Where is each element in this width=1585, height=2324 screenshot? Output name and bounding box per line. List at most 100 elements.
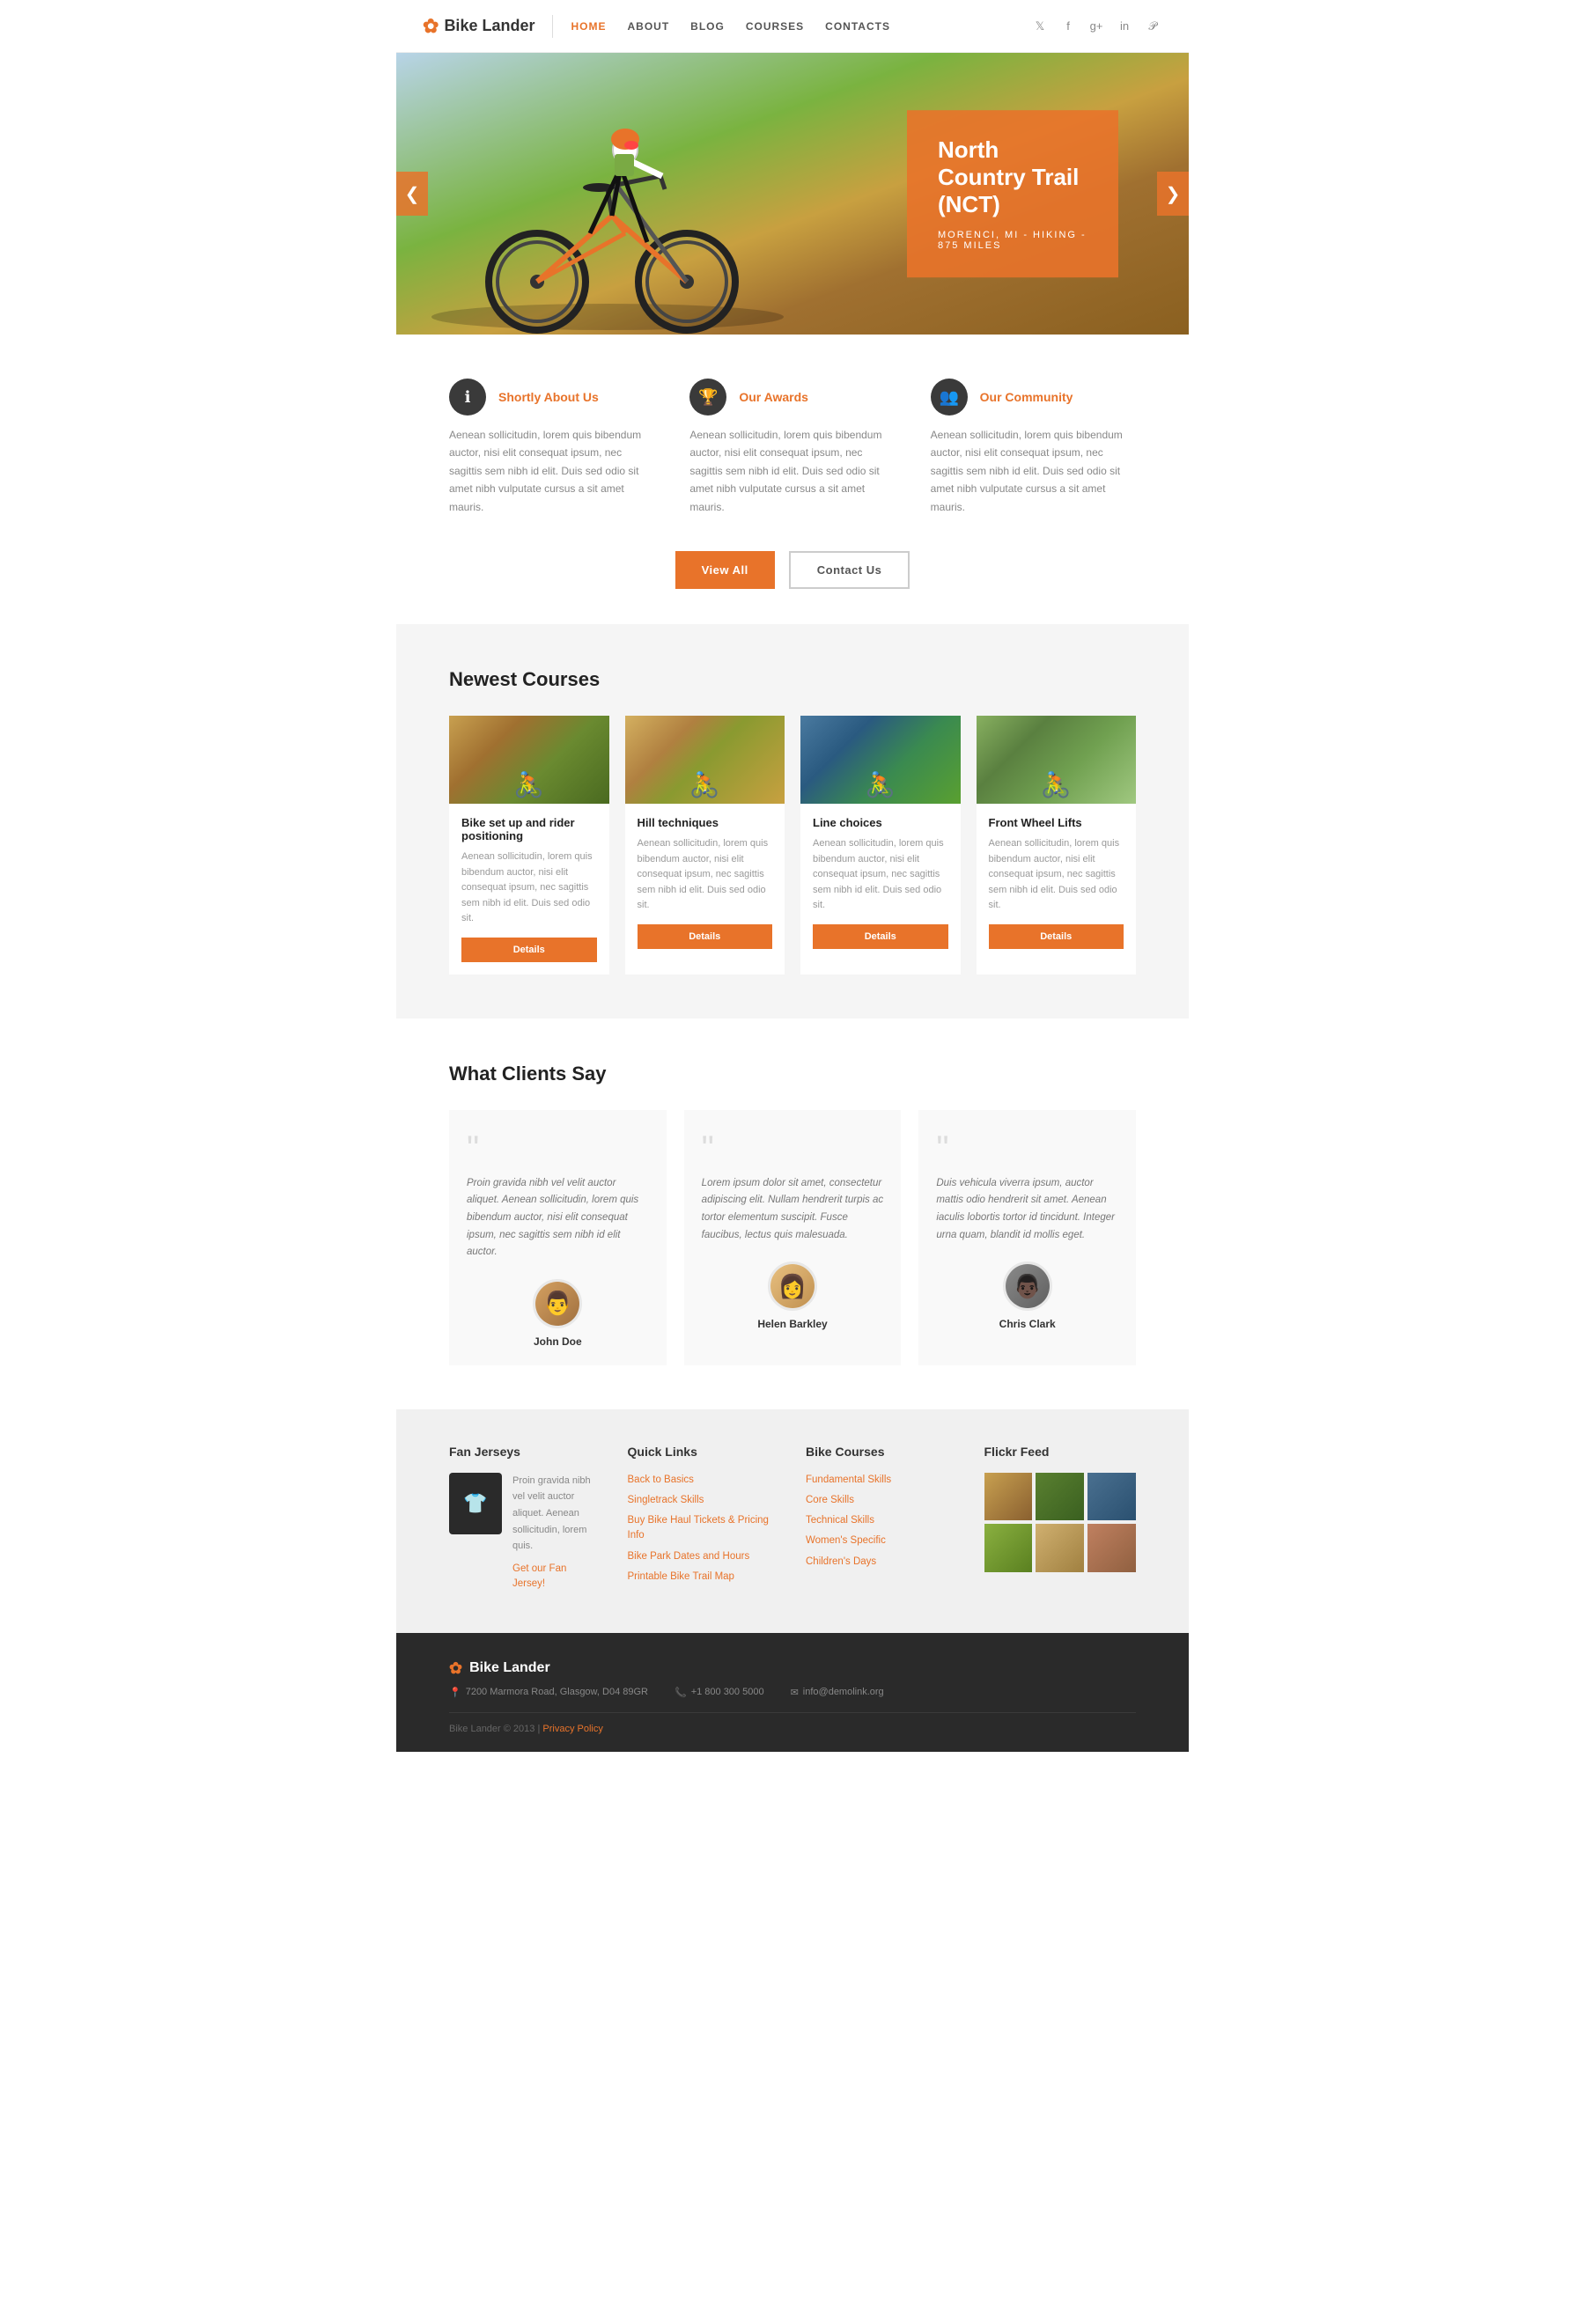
about-col-3-text: Aenean sollicitudin, lorem quis bibendum… (931, 426, 1136, 516)
about-section: ℹ Shortly About Us Aenean sollicitudin, … (396, 335, 1189, 624)
about-columns: ℹ Shortly About Us Aenean sollicitudin, … (449, 379, 1136, 516)
course-details-btn-1[interactable]: Details (461, 938, 597, 962)
bike-course-5[interactable]: Children's Days (806, 1555, 958, 1570)
nav-contacts[interactable]: CONTACTS (825, 20, 890, 33)
footer-copyright: Bike Lander © 2013 | Privacy Policy (449, 1712, 1136, 1734)
testimonial-author-2: 👩 Helen Barkley (702, 1261, 884, 1330)
course-img-3 (800, 716, 961, 804)
quick-link-5[interactable]: Printable Bike Trail Map (628, 1570, 780, 1585)
flickr-item-5[interactable] (1036, 1524, 1084, 1572)
logo-icon: ✿ (423, 15, 439, 38)
course-details-btn-4[interactable]: Details (989, 924, 1124, 949)
google-plus-icon[interactable]: g+ (1087, 17, 1106, 36)
quote-mark-1: " (467, 1131, 649, 1166)
about-awards-icon: 🏆 (689, 379, 726, 416)
footer-logo: ✿ Bike Lander (449, 1659, 1136, 1678)
footer-top: Fan Jerseys 👕 Proin gravida nibh vel vel… (396, 1409, 1189, 1633)
course-content-3: Line choices Aenean sollicitudin, lorem … (800, 804, 961, 961)
flickr-item-4[interactable] (984, 1524, 1033, 1572)
flickr-item-2[interactable] (1036, 1473, 1084, 1521)
nav-courses[interactable]: COURSES (746, 20, 804, 33)
avatar-chris: 👨🏿 (1003, 1261, 1052, 1311)
course-card-3: Line choices Aenean sollicitudin, lorem … (800, 716, 961, 974)
course-title-1: Bike set up and rider positioning (461, 816, 597, 842)
privacy-policy-link[interactable]: Privacy Policy (542, 1724, 602, 1734)
avatar-john: 👨 (533, 1279, 582, 1328)
header: ✿ Bike Lander HOME ABOUT BLOG COURSES CO… (396, 0, 1189, 53)
course-content-1: Bike set up and rider positioning Aenean… (449, 804, 609, 974)
testimonial-1: " Proin gravida nibh vel velit auctor al… (449, 1110, 667, 1365)
logo[interactable]: ✿ Bike Lander (423, 15, 553, 38)
course-img-1 (449, 716, 609, 804)
pinterest-icon[interactable]: 𝒫 (1143, 17, 1162, 36)
course-details-btn-2[interactable]: Details (638, 924, 773, 949)
about-col-2-text: Aenean sollicitudin, lorem quis bibendum… (689, 426, 895, 516)
testimonial-2: " Lorem ipsum dolor sit amet, consectetu… (684, 1110, 902, 1365)
footer-logo-icon: ✿ (449, 1659, 462, 1678)
quick-link-4[interactable]: Bike Park Dates and Hours (628, 1549, 780, 1564)
hero-slide-box: North Country Trail (NCT) MORENCI, MI - … (907, 110, 1118, 277)
quick-link-3[interactable]: Buy Bike Haul Tickets & Pricing Info (628, 1513, 780, 1544)
hero-prev-button[interactable]: ❮ (396, 172, 428, 216)
nav-about[interactable]: ABOUT (627, 20, 669, 33)
social-icons: 𝕏 f g+ in 𝒫 (1030, 17, 1162, 36)
course-details-btn-3[interactable]: Details (813, 924, 948, 949)
facebook-icon[interactable]: f (1058, 17, 1078, 36)
course-card-4: Front Wheel Lifts Aenean sollicitudin, l… (977, 716, 1137, 974)
jersey-link[interactable]: Get our Fan Jersey! (512, 1562, 601, 1592)
fan-jersey-content: 👕 Proin gravida nibh vel velit auctor al… (449, 1473, 601, 1598)
course-text-3: Aenean sollicitudin, lorem quis bibendum… (813, 836, 948, 914)
about-col-1-title: Shortly About Us (498, 390, 599, 404)
footer-fan-jerseys: Fan Jerseys 👕 Proin gravida nibh vel vel… (449, 1445, 601, 1598)
about-col-3-header: 👥 Our Community (931, 379, 1136, 416)
chris-avatar-img: 👨🏿 (1006, 1264, 1050, 1308)
course-content-4: Front Wheel Lifts Aenean sollicitudin, l… (977, 804, 1137, 961)
courses-section: Newest Courses Bike set up and rider pos… (396, 624, 1189, 1019)
nav-blog[interactable]: BLOG (690, 20, 725, 33)
avatar-helen: 👩 (768, 1261, 817, 1311)
flickr-grid (984, 1473, 1137, 1573)
twitter-icon[interactable]: 𝕏 (1030, 17, 1050, 36)
footer-email: ✉ info@demolink.org (791, 1687, 884, 1698)
about-col-2: 🏆 Our Awards Aenean sollicitudin, lorem … (689, 379, 895, 516)
about-col-3-title: Our Community (980, 390, 1073, 404)
footer-contact-info: 📍 7200 Marmora Road, Glasgow, D04 89GR 📞… (449, 1687, 1136, 1698)
about-col-2-title: Our Awards (739, 390, 808, 404)
bike-course-1[interactable]: Fundamental Skills (806, 1473, 958, 1488)
course-card-2: Hill techniques Aenean sollicitudin, lor… (625, 716, 785, 974)
bike-course-4[interactable]: Women's Specific (806, 1533, 958, 1548)
quote-mark-2: " (702, 1131, 884, 1166)
quick-link-2[interactable]: Singletrack Skills (628, 1493, 780, 1508)
testimonial-author-1: 👨 John Doe (467, 1279, 649, 1348)
view-all-button[interactable]: View All (675, 551, 775, 589)
about-info-icon: ℹ (449, 379, 486, 416)
contact-us-button[interactable]: Contact Us (789, 551, 910, 589)
jersey-info: Proin gravida nibh vel velit auctor aliq… (512, 1473, 601, 1598)
bike-course-3[interactable]: Technical Skills (806, 1513, 958, 1528)
footer-address: 📍 7200 Marmora Road, Glasgow, D04 89GR (449, 1687, 648, 1698)
about-col-2-header: 🏆 Our Awards (689, 379, 895, 416)
footer-quick-links: Quick Links Back to Basics Singletrack S… (628, 1445, 780, 1598)
courses-grid: Bike set up and rider positioning Aenean… (449, 716, 1136, 974)
flickr-item-3[interactable] (1087, 1473, 1136, 1521)
testimonial-text-1: Proin gravida nibh vel velit auctor aliq… (467, 1175, 649, 1261)
bike-courses-title: Bike Courses (806, 1445, 958, 1459)
course-text-4: Aenean sollicitudin, lorem quis bibendum… (989, 836, 1124, 914)
hero-title: North Country Trail (NCT) (938, 136, 1087, 219)
jersey-image: 👕 (449, 1473, 502, 1534)
course-img-2 (625, 716, 785, 804)
hero-next-button[interactable]: ❯ (1157, 172, 1189, 216)
email-icon: ✉ (791, 1687, 799, 1698)
quick-links-title: Quick Links (628, 1445, 780, 1459)
flickr-item-6[interactable] (1087, 1524, 1136, 1572)
about-col-1-text: Aenean sollicitudin, lorem quis bibendum… (449, 426, 654, 516)
bike-course-2[interactable]: Core Skills (806, 1493, 958, 1508)
jersey-icon: 👕 (463, 1492, 487, 1515)
nav-home[interactable]: HOME (571, 20, 606, 33)
logo-text: Bike Lander (444, 17, 534, 35)
flickr-item-1[interactable] (984, 1473, 1033, 1521)
testimonials-section: What Clients Say " Proin gravida nibh ve… (396, 1019, 1189, 1409)
testimonial-3: " Duis vehicula viverra ipsum, auctor ma… (918, 1110, 1136, 1365)
quick-link-1[interactable]: Back to Basics (628, 1473, 780, 1488)
linkedin-icon[interactable]: in (1115, 17, 1134, 36)
